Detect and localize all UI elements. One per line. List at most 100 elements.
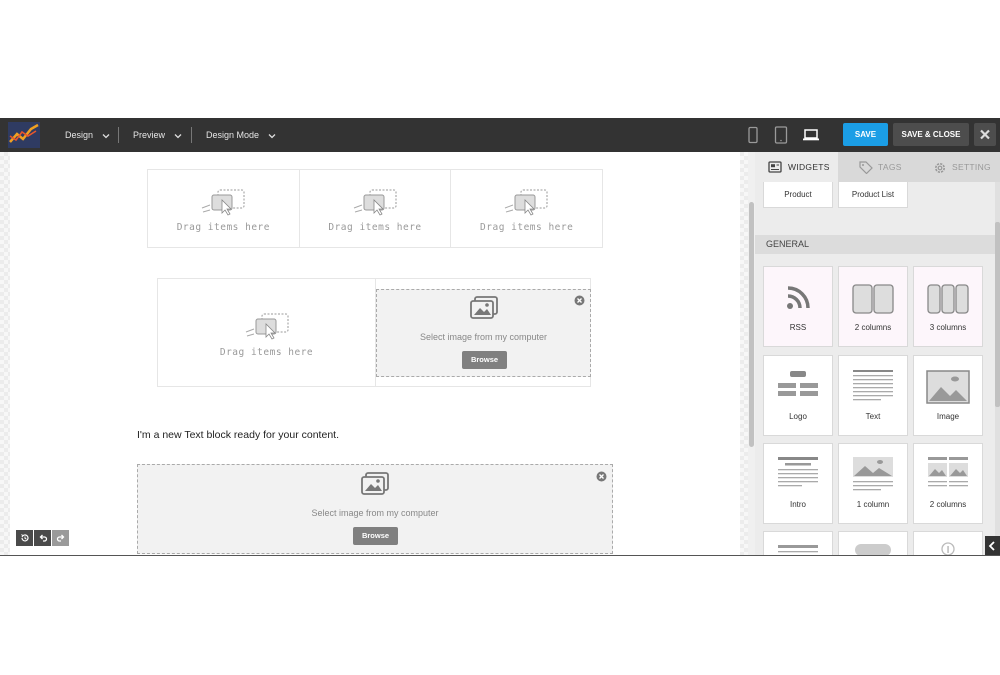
panel-tabs: WIDGETS TAGS SETTING xyxy=(755,152,1000,182)
drop-zone[interactable]: Drag items here xyxy=(158,279,376,386)
three-columns-icon xyxy=(927,284,969,314)
drag-items-label: Drag items here xyxy=(480,222,574,233)
tab-widgets[interactable]: WIDGETS xyxy=(755,152,838,182)
tag-icon xyxy=(859,161,873,174)
canvas-area: Drag items here Drag items here Drag ite… xyxy=(0,152,755,555)
drag-items-icon xyxy=(201,189,245,216)
widget-label: Intro xyxy=(789,500,806,509)
text-block[interactable]: I'm a new Text block ready for your cont… xyxy=(137,429,339,441)
two-columns-image-icon xyxy=(928,457,968,487)
drop-zone[interactable]: Drag items here xyxy=(300,170,452,247)
undo-icon xyxy=(39,534,47,542)
mobile-icon[interactable] xyxy=(746,126,760,144)
gear-icon xyxy=(935,163,945,173)
chevron-down-icon xyxy=(174,133,181,139)
chevron-down-icon xyxy=(102,133,109,139)
drop-zone[interactable]: Drag items here xyxy=(451,170,602,247)
widget-image[interactable]: Image xyxy=(913,355,983,436)
social-facebook-icon xyxy=(941,542,955,555)
widget-1-column[interactable]: 1 column xyxy=(838,443,908,524)
two-columns-icon xyxy=(852,284,894,314)
select-image-label: Select image from my computer xyxy=(419,332,548,342)
close-icon xyxy=(980,129,990,140)
image-block[interactable]: Select image from my computer Browse xyxy=(376,289,591,377)
panel-scrollbar[interactable] xyxy=(995,182,1000,555)
two-column-row[interactable]: Drag items here Select image from my com… xyxy=(157,278,591,387)
preview-menu[interactable]: Preview xyxy=(133,118,182,152)
preview-menu-label: Preview xyxy=(133,130,166,140)
laptop-icon[interactable] xyxy=(802,126,820,144)
remove-block-icon[interactable] xyxy=(596,471,607,482)
canvas-scroll-thumb[interactable] xyxy=(749,202,754,447)
drag-items-icon xyxy=(245,313,289,340)
history-controls xyxy=(16,530,70,546)
design-mode-menu[interactable]: Design Mode xyxy=(206,118,276,152)
collapse-panel-button[interactable] xyxy=(985,536,1000,555)
tab-setting[interactable]: SETTING xyxy=(925,152,1000,182)
top-toolbar: Design Preview Design Mode SAVE SAVE & C… xyxy=(0,118,1000,152)
save-button[interactable]: SAVE xyxy=(843,123,888,146)
widget-label: 3 columns xyxy=(929,323,967,332)
widgets-list: Product Product List GENERAL RSS 2 colum… xyxy=(755,182,1000,555)
save-and-close-button[interactable]: SAVE & CLOSE xyxy=(893,123,969,146)
widget-partial[interactable] xyxy=(763,531,833,555)
widget-partial[interactable] xyxy=(838,531,908,555)
image-placeholder-icon xyxy=(470,296,498,319)
widget-label: Product List xyxy=(851,190,895,199)
canvas-scrollbar[interactable] xyxy=(748,152,755,555)
tablet-icon[interactable] xyxy=(774,126,788,144)
widget-intro[interactable]: Intro xyxy=(763,443,833,524)
widget-partial[interactable] xyxy=(913,531,983,555)
widget-label: Image xyxy=(936,412,960,421)
tab-setting-label: SETTING xyxy=(952,162,991,172)
tab-tags-label: TAGS xyxy=(878,162,902,172)
widget-product[interactable]: Product xyxy=(763,182,833,208)
email-editor: Design Preview Design Mode SAVE SAVE & C… xyxy=(0,118,1000,556)
browse-button[interactable]: Browse xyxy=(462,351,507,369)
tab-widgets-label: WIDGETS xyxy=(788,162,830,172)
redo-icon xyxy=(56,534,64,542)
text-lines-icon xyxy=(778,545,818,553)
general-section-header: GENERAL xyxy=(755,235,1000,254)
widget-product-list[interactable]: Product List xyxy=(838,182,908,208)
drag-items-label: Drag items here xyxy=(328,222,422,233)
text-icon xyxy=(853,370,893,401)
select-image-label: Select image from my computer xyxy=(311,508,439,518)
email-canvas: Drag items here Drag items here Drag ite… xyxy=(10,152,740,555)
button-widget-icon xyxy=(855,544,891,555)
panel-scroll-thumb[interactable] xyxy=(995,222,1000,407)
history-icon xyxy=(20,534,29,542)
drop-zone[interactable]: Drag items here xyxy=(148,170,300,247)
image-block[interactable]: Select image from my computer Browse xyxy=(137,464,613,554)
drag-items-icon xyxy=(505,189,548,216)
three-column-row[interactable]: Drag items here Drag items here Drag ite… xyxy=(147,169,603,248)
rss-icon xyxy=(787,286,810,309)
widgets-icon xyxy=(768,161,782,173)
widget-2-columns-image[interactable]: 2 columns xyxy=(913,443,983,524)
close-button[interactable] xyxy=(974,123,996,146)
chevron-left-icon xyxy=(988,541,995,551)
image-placeholder-icon xyxy=(361,472,389,495)
widget-label: Product xyxy=(784,190,812,199)
widgets-panel: WIDGETS TAGS SETTING Product Product Lis… xyxy=(755,152,1000,555)
design-mode-menu-label: Design Mode xyxy=(206,130,260,140)
menu-divider xyxy=(191,127,192,143)
widget-3-columns[interactable]: 3 columns xyxy=(913,266,983,347)
browse-button[interactable]: Browse xyxy=(353,527,398,545)
brand-logo-icon xyxy=(8,122,40,148)
redo-button[interactable] xyxy=(52,530,69,546)
widget-text[interactable]: Text xyxy=(838,355,908,436)
widget-logo[interactable]: Logo xyxy=(763,355,833,436)
widget-2-columns[interactable]: 2 columns xyxy=(838,266,908,347)
widget-label: 2 columns xyxy=(854,323,892,332)
widget-rss[interactable]: RSS xyxy=(763,266,833,347)
remove-block-icon[interactable] xyxy=(574,295,585,306)
undo-button[interactable] xyxy=(34,530,51,546)
history-button[interactable] xyxy=(16,530,33,546)
intro-icon xyxy=(778,457,818,487)
tab-tags[interactable]: TAGS xyxy=(845,152,915,182)
widget-label: 2 columns xyxy=(929,500,967,509)
design-menu[interactable]: Design xyxy=(65,118,110,152)
one-column-icon xyxy=(853,457,893,491)
widget-label: Text xyxy=(865,412,881,421)
